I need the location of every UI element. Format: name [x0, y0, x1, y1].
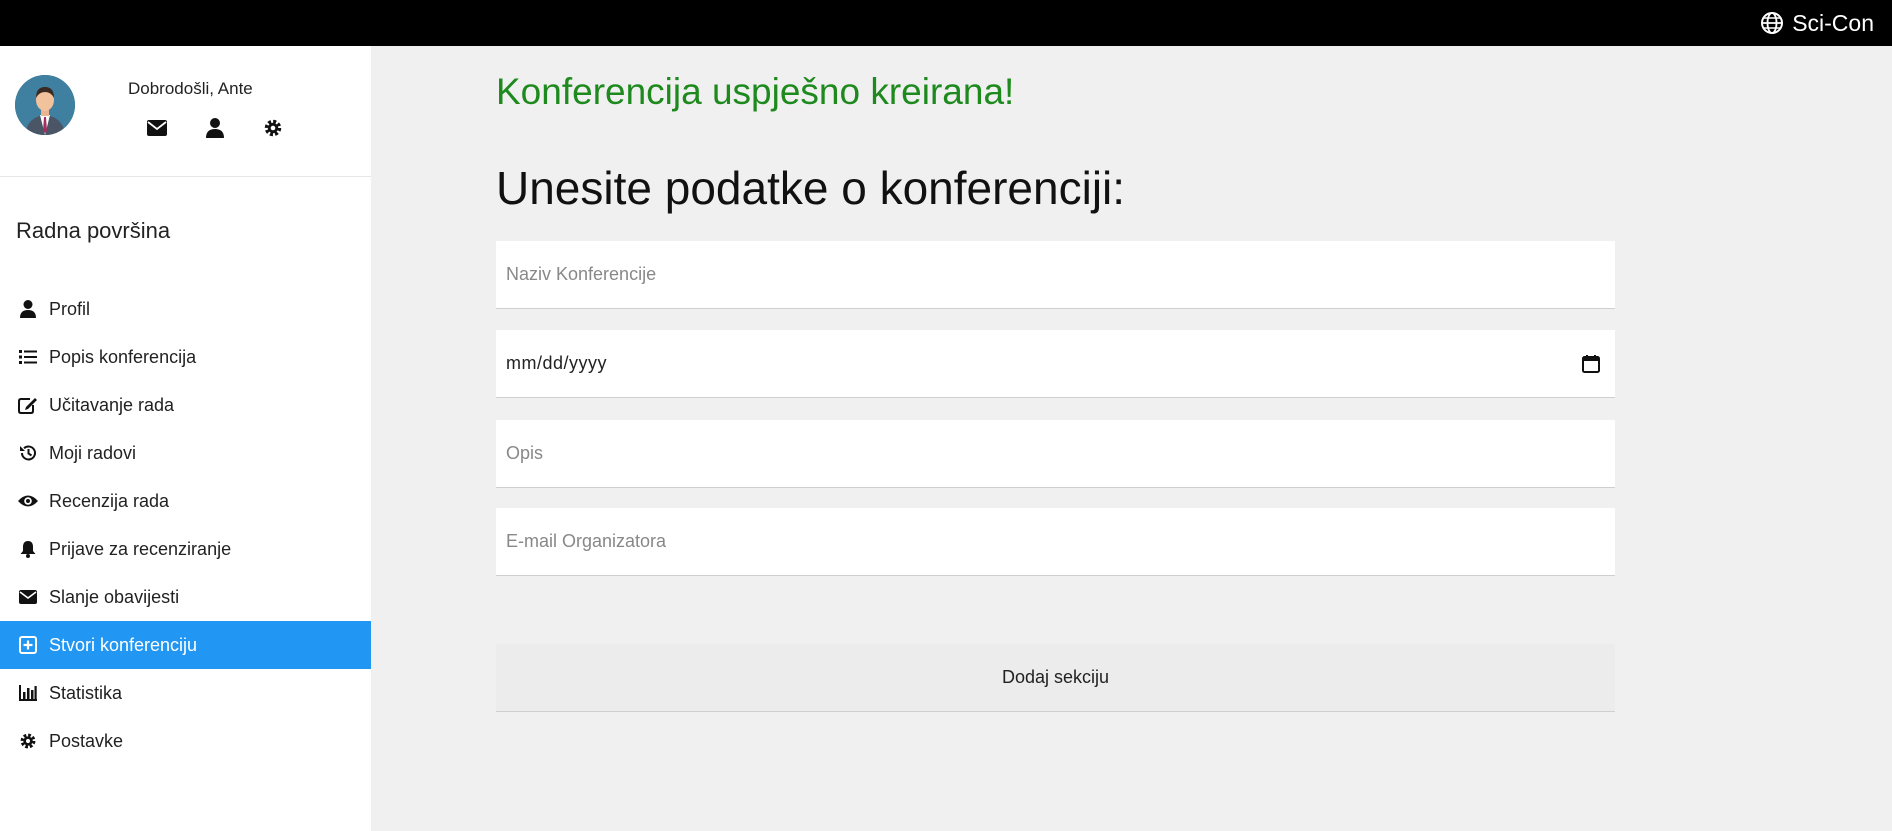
conference-date-input[interactable]: mm/dd/yyyy	[496, 330, 1615, 398]
sidebar-item-stvori-konferenciju[interactable]: Stvori konferenciju	[0, 621, 371, 669]
sidebar-item-label: Postavke	[49, 730, 124, 751]
eye-icon	[17, 490, 39, 512]
sidebar-item-label: Stvori konferenciju	[49, 634, 198, 655]
form-title: Unesite podatke o konferenciji:	[496, 162, 1126, 214]
top-bar: Sci-Con	[0, 0, 1892, 46]
brand-name: Sci-Con	[1792, 9, 1874, 36]
sidebar-item-label: Prijave za recenziranje	[49, 538, 232, 559]
main-content: Konferencija uspješno kreirana! Unesite …	[371, 46, 1892, 831]
sidebar-item-label: Učitavanje rada	[49, 394, 175, 415]
user-icon	[206, 118, 224, 138]
settings-button[interactable]	[261, 116, 285, 140]
sidebar-item-profil[interactable]: Profil	[0, 285, 371, 333]
sidebar-item-label: Recenzija rada	[49, 490, 170, 511]
organizer-email-input[interactable]: E-mail Organizatora	[496, 508, 1615, 576]
description-placeholder: Opis	[506, 443, 544, 463]
envelope-icon	[147, 120, 167, 136]
sidebar-item-label: Moji radovi	[49, 442, 137, 463]
user-icon	[17, 298, 39, 320]
plus-square-icon	[17, 634, 39, 656]
bell-icon	[17, 538, 39, 560]
sidebar-item-statistika[interactable]: Statistika	[0, 669, 371, 717]
sidebar-item-popis-konferencija[interactable]: Popis konferencija	[0, 333, 371, 381]
bar-chart-icon	[17, 682, 39, 704]
user-profile-button[interactable]	[203, 116, 227, 140]
sidebar-item-recenzija-rada[interactable]: Recenzija rada	[0, 477, 371, 525]
history-icon	[17, 442, 39, 464]
sidebar-item-ucitavanje-rada[interactable]: Učitavanje rada	[0, 381, 371, 429]
profile-panel: Dobrodošli, Ante	[0, 46, 371, 177]
sidebar-item-postavke[interactable]: Postavke	[0, 717, 371, 765]
list-icon	[17, 346, 39, 368]
gear-icon	[264, 119, 282, 137]
sidebar-item-label: Profil	[49, 298, 91, 319]
sidebar-item-label: Statistika	[49, 682, 123, 703]
workspace-title: Radna površina	[16, 218, 171, 243]
conference-name-input[interactable]: Naziv Konferencije	[496, 241, 1615, 309]
sidebar: Dobrodošli, Ante Radna površina Profil P…	[0, 46, 371, 831]
sidebar-menu: Profil Popis konferencija Učitavanje rad…	[0, 285, 371, 765]
sidebar-item-slanje-obavijesti[interactable]: Slanje obavijesti	[0, 573, 371, 621]
avatar[interactable]	[15, 75, 75, 135]
description-input[interactable]: Opis	[496, 420, 1615, 488]
envelope-icon	[17, 586, 39, 608]
sidebar-item-moji-radovi[interactable]: Moji radovi	[0, 429, 371, 477]
conference-name-placeholder: Naziv Konferencije	[506, 264, 657, 284]
add-section-button[interactable]: Dodaj sekciju	[496, 644, 1615, 712]
welcome-text: Dobrodošli, Ante	[128, 79, 253, 98]
gear-icon	[17, 730, 39, 752]
date-value: mm/dd/yyyy	[506, 353, 608, 373]
sidebar-item-prijave-za-recenziranje[interactable]: Prijave za recenziranje	[0, 525, 371, 573]
messages-button[interactable]	[145, 116, 169, 140]
globe-icon	[1761, 12, 1784, 34]
brand[interactable]: Sci-Con	[1760, 0, 1874, 46]
calendar-icon[interactable]	[1581, 354, 1601, 374]
sidebar-item-label: Slanje obavijesti	[49, 586, 180, 607]
success-message: Konferencija uspješno kreirana!	[496, 71, 1015, 112]
profile-actions	[145, 116, 285, 140]
edit-icon	[17, 394, 39, 416]
sidebar-item-label: Popis konferencija	[49, 346, 197, 367]
organizer-email-placeholder: E-mail Organizatora	[506, 531, 667, 551]
